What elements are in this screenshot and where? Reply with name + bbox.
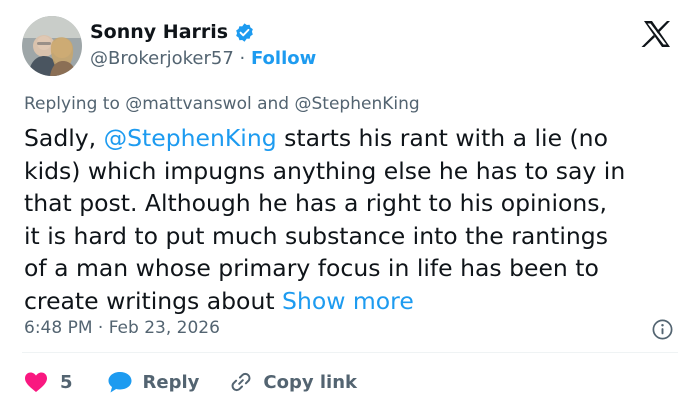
handle-separator: · [233, 48, 251, 69]
timestamp[interactable]: 6:48 PM · Feb 23, 2026 [24, 318, 220, 338]
info-icon[interactable] [651, 318, 674, 341]
handle-row: @Brokerjoker57 · Follow [90, 48, 316, 69]
divider [22, 352, 678, 353]
replying-user-mattvanswol[interactable]: @mattvanswol [125, 94, 251, 114]
show-more-link[interactable]: Show more [282, 287, 414, 315]
like-count: 5 [60, 371, 73, 393]
heart-icon [25, 372, 47, 392]
mention-stephenking[interactable]: @StephenKing [104, 124, 277, 152]
tweet-text-start: Sadly, [24, 124, 104, 152]
replying-to: Replying to @mattvanswol and @StephenKin… [24, 94, 420, 114]
author-name[interactable]: Sonny Harris [90, 21, 228, 43]
copy-link-label: Copy link [263, 371, 357, 393]
replying-joiner: and [251, 94, 295, 114]
follow-button[interactable]: Follow [251, 48, 316, 69]
reply-bubble-icon [108, 372, 132, 393]
reply-label: Reply [142, 371, 200, 393]
x-logo-icon[interactable] [636, 19, 676, 49]
avatar-photo [22, 16, 82, 76]
replying-prefix: Replying to [24, 94, 126, 114]
copy-link-button[interactable]: Copy link [229, 370, 357, 394]
replying-user-stephenking[interactable]: @StephenKing [295, 94, 420, 114]
action-bar: 5 Reply Copy link [24, 370, 357, 394]
author-handle[interactable]: @Brokerjoker57 [90, 48, 234, 69]
author-name-row: Sonny Harris [90, 21, 255, 43]
tweet-text: Sadly, @StephenKing starts his rant with… [24, 122, 684, 317]
like-button[interactable]: 5 [24, 371, 73, 393]
verified-badge-icon [234, 22, 255, 43]
reply-button[interactable]: Reply [107, 370, 200, 394]
link-icon [231, 372, 251, 392]
avatar[interactable] [22, 16, 82, 76]
